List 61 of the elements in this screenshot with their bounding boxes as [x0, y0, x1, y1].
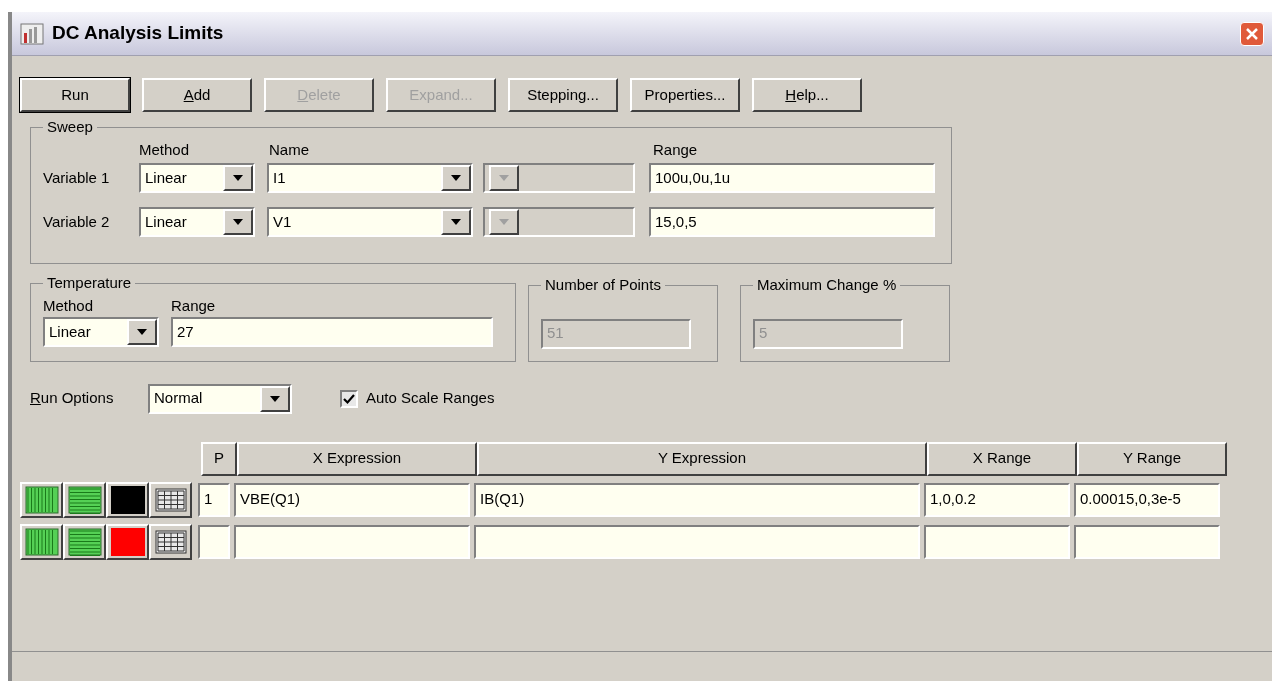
- dropdown[interactable]: Linear: [139, 207, 255, 237]
- horizontal-stripes-icon: [67, 527, 102, 556]
- label: Run Options: [30, 388, 115, 409]
- table-cell-field[interactable]: 1: [198, 482, 230, 517]
- text-field[interactable]: 15,0,5: [649, 207, 935, 237]
- style-button[interactable]: [20, 523, 63, 560]
- close-button[interactable]: [1240, 21, 1264, 46]
- dropdown[interactable]: Linear: [139, 163, 255, 193]
- table-cell-field[interactable]: [234, 524, 470, 559]
- grid-button[interactable]: [149, 523, 192, 560]
- table-cell-field[interactable]: [924, 524, 1070, 559]
- toolbar-button[interactable]: Run: [20, 78, 130, 112]
- dropdown[interactable]: Linear: [43, 317, 159, 347]
- table-cell-field[interactable]: 1,0,0.2: [924, 482, 1070, 517]
- column-header[interactable]: X Expression: [237, 441, 477, 476]
- label: Range: [171, 295, 216, 316]
- window-title: DC Analysis Limits: [52, 21, 224, 46]
- checkbox-label: Auto Scale Ranges: [366, 388, 495, 409]
- group-title: Number of Points: [544, 275, 662, 295]
- dropdown[interactable]: [483, 207, 635, 237]
- vertical-stripes-icon: [24, 527, 59, 556]
- table-cell-field[interactable]: 0.00015,0,3e-5: [1074, 482, 1220, 517]
- toolbar-button[interactable]: Help...: [752, 78, 862, 112]
- column-header[interactable]: Y Expression: [477, 441, 927, 476]
- table-cell-field[interactable]: [198, 524, 230, 559]
- table-cell-field[interactable]: VBE(Q1): [234, 482, 470, 517]
- close-icon: [1245, 26, 1259, 41]
- dropdown[interactable]: Normal: [148, 383, 292, 414]
- table-cell-field[interactable]: [474, 524, 920, 559]
- label: Variable 1: [43, 167, 111, 188]
- checkbox[interactable]: [340, 389, 358, 408]
- label: Name: [269, 139, 310, 160]
- group-title: Maximum Change %: [756, 275, 898, 295]
- column-header[interactable]: Y Range: [1077, 441, 1227, 476]
- vertical-stripes-icon: [24, 485, 59, 514]
- grid-button[interactable]: [149, 481, 192, 518]
- label: Range: [653, 139, 698, 160]
- label: Variable 2: [43, 211, 111, 232]
- group-title: Temperature: [46, 273, 133, 293]
- text-field[interactable]: 100u,0u,1u: [649, 163, 935, 193]
- dropdown[interactable]: V1: [267, 207, 473, 237]
- style-button[interactable]: [63, 523, 106, 560]
- group-title: Sweep: [46, 117, 94, 137]
- grid-icon: [153, 527, 188, 556]
- grid-icon: [153, 485, 188, 514]
- table-cell-field[interactable]: [1074, 524, 1220, 559]
- text-field[interactable]: 27: [171, 317, 493, 347]
- column-header[interactable]: P: [201, 441, 237, 476]
- toolbar-button[interactable]: Stepping...: [508, 78, 618, 112]
- horizontal-stripes-icon: [67, 485, 102, 514]
- dropdown[interactable]: I1: [267, 163, 473, 193]
- label: Method: [139, 139, 191, 160]
- app-icon: [20, 22, 44, 45]
- table-cell-field[interactable]: IB(Q1): [474, 482, 920, 517]
- style-button[interactable]: [20, 481, 63, 518]
- toolbar-button[interactable]: Add: [142, 78, 252, 112]
- label: Method: [43, 295, 95, 316]
- toolbar-button[interactable]: Properties...: [630, 78, 740, 112]
- column-header[interactable]: X Range: [927, 441, 1077, 476]
- style-button[interactable]: [63, 481, 106, 518]
- dropdown[interactable]: [483, 163, 635, 193]
